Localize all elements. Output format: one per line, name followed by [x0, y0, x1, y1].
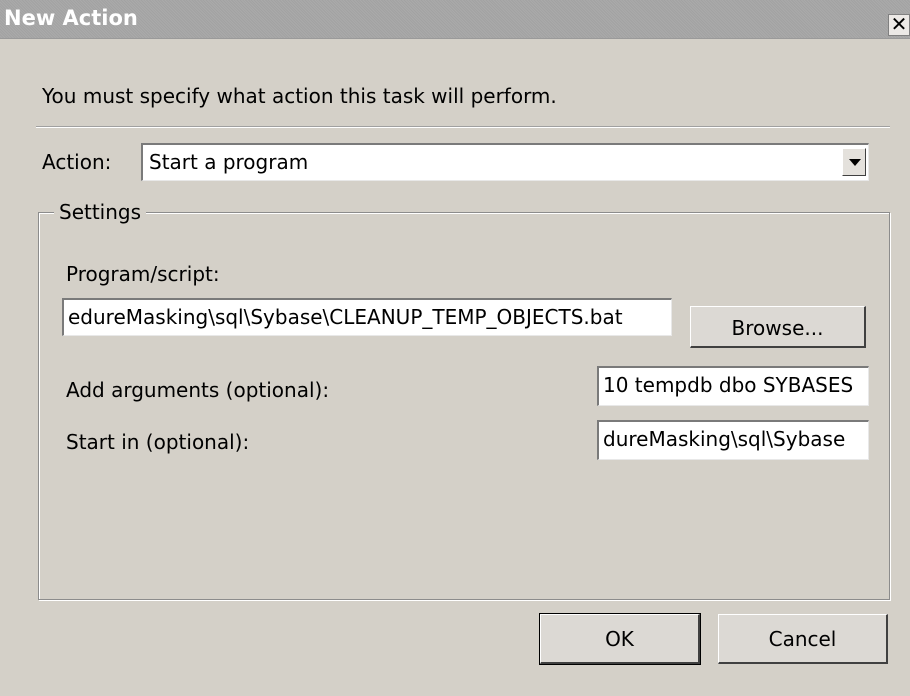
close-icon: ✕ — [890, 12, 908, 36]
window-title: New Action — [4, 6, 138, 30]
action-select[interactable]: Start a program — [141, 143, 869, 181]
add-arguments-value: 10 tempdb dbo SYBASES — [603, 373, 854, 397]
add-arguments-input[interactable]: 10 tempdb dbo SYBASES — [597, 366, 869, 406]
program-script-input[interactable]: edureMasking\sql\Sybase\CLEANUP_TEMP_OBJ… — [62, 298, 672, 336]
settings-group-label: Settings — [54, 200, 147, 224]
browse-button-label: Browse... — [731, 316, 824, 340]
separator — [36, 126, 890, 128]
ok-button[interactable]: OK — [539, 613, 701, 665]
instructions-text: You must specify what action this task w… — [42, 84, 557, 108]
program-script-label: Program/script: — [66, 262, 220, 286]
action-selected-value: Start a program — [149, 150, 309, 174]
new-action-dialog: New Action ✕ You must specify what actio… — [0, 0, 910, 696]
add-arguments-label: Add arguments (optional): — [66, 378, 330, 402]
close-button[interactable]: ✕ — [888, 14, 910, 36]
start-in-input[interactable]: dureMasking\sql\Sybase — [597, 420, 869, 460]
cancel-button-label: Cancel — [768, 627, 837, 651]
chevron-down-icon[interactable] — [842, 148, 866, 176]
program-script-value: edureMasking\sql\Sybase\CLEANUP_TEMP_OBJ… — [68, 305, 623, 329]
cancel-button[interactable]: Cancel — [718, 614, 888, 664]
action-label: Action: — [42, 150, 112, 174]
start-in-value: dureMasking\sql\Sybase — [603, 427, 846, 451]
title-bar[interactable]: New Action ✕ — [0, 0, 910, 39]
browse-button[interactable]: Browse... — [690, 306, 866, 348]
start-in-label: Start in (optional): — [66, 430, 250, 454]
ok-button-label: OK — [605, 627, 634, 651]
